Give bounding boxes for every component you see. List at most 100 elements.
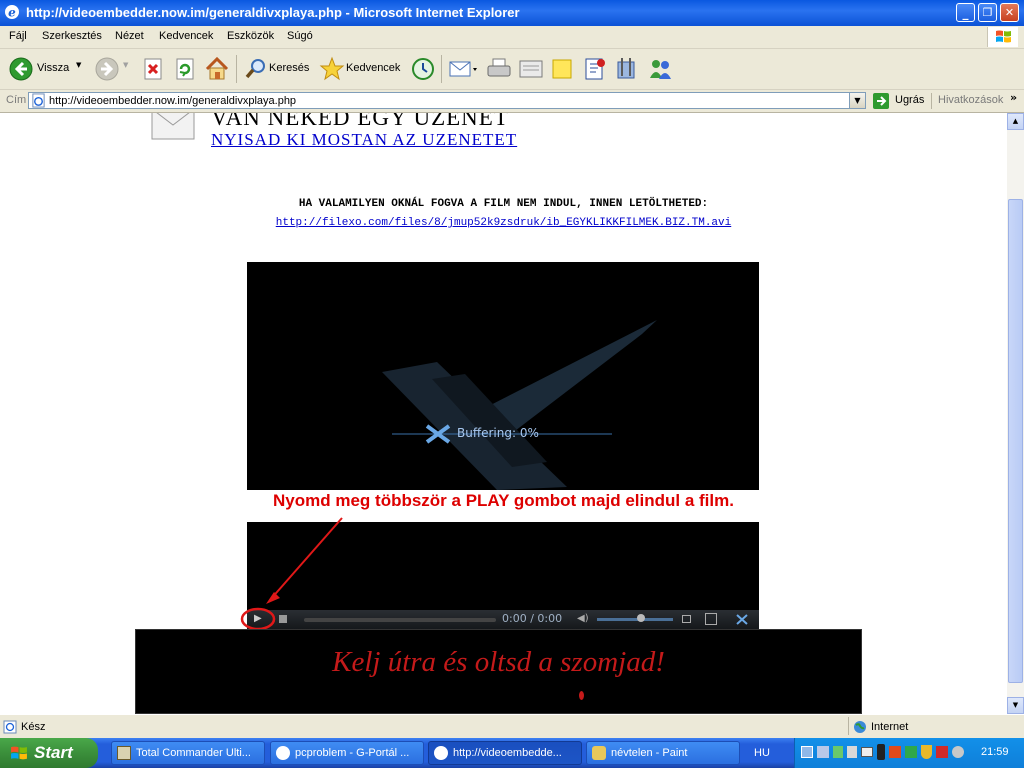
page-status-icon: [3, 720, 17, 734]
search-label: Keresés: [269, 62, 310, 74]
task-label: pcproblem - G-Portál ...: [295, 747, 410, 759]
scrollbar-thumb[interactable]: [1008, 199, 1023, 683]
windows-flag-icon: [996, 30, 1011, 43]
messenger-icon[interactable]: [646, 56, 674, 82]
traffic-light-icon[interactable]: [877, 744, 885, 760]
menu-file[interactable]: Fájl: [9, 30, 27, 42]
video-player[interactable]: Buffering: 0%: [247, 262, 759, 490]
back-button[interactable]: Vissza ▼: [6, 55, 86, 83]
vertical-scrollbar[interactable]: ▲ ▼: [1007, 113, 1024, 714]
back-dropdown-icon[interactable]: ▼: [76, 61, 81, 69]
stop-icon[interactable]: [142, 57, 164, 81]
task-total-commander[interactable]: Total Commander Ulti...: [111, 741, 265, 765]
history-icon[interactable]: [410, 56, 436, 82]
menu-view[interactable]: Nézet: [115, 30, 144, 42]
volume-slider[interactable]: [597, 618, 673, 621]
start-button[interactable]: Start: [0, 738, 98, 768]
menu-help[interactable]: Súgó: [287, 30, 313, 42]
menu-edit[interactable]: Szerkesztés: [42, 30, 102, 42]
play-instruction: Nyomd meg többször a PLAY gombot majd el…: [273, 491, 734, 510]
volume-icon[interactable]: ◀): [577, 613, 589, 624]
fullscreen-icon[interactable]: [705, 613, 717, 625]
internet-zone-icon: [854, 721, 866, 733]
print-icon[interactable]: [486, 57, 512, 81]
window-mode-icon[interactable]: [682, 615, 691, 623]
ad-banner[interactable]: Kelj útra és oltsd a szomjad!: [135, 629, 862, 714]
download-notice: HA VALAMILYEN OKNÁL FOGVA A FILM NEM IND…: [298, 198, 709, 210]
status-text: Kész: [21, 721, 46, 733]
task-pcproblem[interactable]: pcproblem - G-Portál ...: [270, 741, 424, 765]
network-icon[interactable]: [801, 746, 813, 758]
address-label: Cím: [6, 94, 27, 106]
keyboard-icon[interactable]: [861, 747, 873, 757]
tools-icon[interactable]: [614, 56, 640, 82]
divx-x-icon: [425, 424, 451, 444]
edit-icon[interactable]: [518, 57, 544, 81]
status-bar: Kész Internet: [0, 714, 1024, 739]
search-button[interactable]: Keresés: [242, 55, 314, 83]
close-button[interactable]: ✕: [1000, 3, 1019, 22]
links-chevron-icon[interactable]: »: [1010, 91, 1017, 104]
tray-clock-app-icon[interactable]: [952, 746, 964, 758]
windows-flag-icon: [11, 746, 27, 760]
page-content: VAN NEKED EGY UZENET NYISAD KI MOSTAN AZ…: [0, 113, 1007, 714]
tray-app-icon[interactable]: [833, 746, 843, 758]
task-label: névtelen - Paint: [611, 747, 688, 759]
task-label: http://videoembedde...: [453, 747, 562, 759]
menu-favorites[interactable]: Kedvencek: [159, 30, 213, 42]
minimize-button[interactable]: _: [956, 3, 975, 22]
antivirus-icon[interactable]: [889, 746, 901, 758]
links-label[interactable]: Hivatkozások: [938, 94, 1003, 106]
divx-menu-icon[interactable]: [735, 613, 749, 626]
toolbar-separator: [441, 55, 442, 83]
banner-title: VAN NEKED EGY UZENET: [211, 113, 509, 130]
address-input[interactable]: http://videoembedder.now.im/generaldivxp…: [28, 92, 866, 109]
task-videoembedder[interactable]: http://videoembedde...: [428, 741, 582, 765]
blood-drop-icon: [579, 691, 584, 700]
address-dropdown-icon[interactable]: ▼: [849, 93, 865, 108]
go-button[interactable]: Ugrás: [872, 92, 928, 110]
play-arrow-annotation: [240, 517, 343, 631]
mail-icon[interactable]: [448, 57, 478, 81]
back-label: Vissza: [37, 62, 70, 74]
download-link[interactable]: http://filexo.com/files/8/jmup52k9zsdruk…: [276, 217, 731, 229]
ie-task-icon: [434, 746, 448, 760]
maximize-button[interactable]: ❐: [978, 3, 997, 22]
forward-dropdown-icon[interactable]: ▼: [123, 61, 128, 69]
task-paint[interactable]: névtelen - Paint: [586, 741, 740, 765]
taskbar: Start Total Commander Ulti... pcproblem …: [0, 738, 1024, 768]
ad-text: Kelj útra és oltsd a szomjad!: [332, 646, 665, 678]
tray-green-icon[interactable]: [905, 746, 917, 758]
security-shield-icon[interactable]: [921, 745, 932, 759]
refresh-icon[interactable]: [174, 57, 196, 81]
go-arrow-icon: [873, 93, 889, 109]
envelope-icon: [151, 113, 195, 140]
favorites-button[interactable]: Kedvencek: [318, 55, 404, 83]
security-zone: Internet: [871, 721, 909, 733]
menu-tools[interactable]: Eszközök: [227, 30, 274, 42]
tray-alert-icon[interactable]: [936, 746, 948, 758]
forward-arrow-icon: [95, 57, 119, 81]
search-icon: [245, 59, 265, 79]
windows-logo: [987, 27, 1018, 47]
task-label: Total Commander Ulti...: [136, 747, 251, 759]
scroll-down-icon[interactable]: ▼: [1007, 697, 1024, 714]
research-icon[interactable]: [582, 56, 608, 82]
banner-message-link[interactable]: NYISAD KI MOSTAN AZ UZENETET: [211, 130, 517, 150]
title-bar[interactable]: e http://videoembedder.now.im/generaldiv…: [0, 0, 1024, 26]
language-indicator[interactable]: HU: [745, 742, 779, 764]
address-separator: [931, 93, 932, 109]
toolbar-separator: [236, 55, 237, 83]
menu-bar: Fájl Szerkesztés Nézet Kedvencek Eszközö…: [0, 26, 1024, 49]
home-icon[interactable]: [204, 56, 230, 82]
usb-icon[interactable]: [847, 746, 857, 758]
window-title: http://videoembedder.now.im/generaldivxp…: [26, 5, 520, 20]
back-arrow-icon: [9, 57, 33, 81]
network2-icon[interactable]: [817, 746, 829, 758]
note-icon[interactable]: [550, 57, 574, 81]
svg-text:e: e: [8, 6, 16, 20]
buffering-text: Buffering: 0%: [457, 426, 539, 440]
volume-knob[interactable]: [637, 614, 645, 622]
scroll-up-icon[interactable]: ▲: [1007, 113, 1024, 130]
forward-button[interactable]: ▼: [93, 55, 133, 83]
